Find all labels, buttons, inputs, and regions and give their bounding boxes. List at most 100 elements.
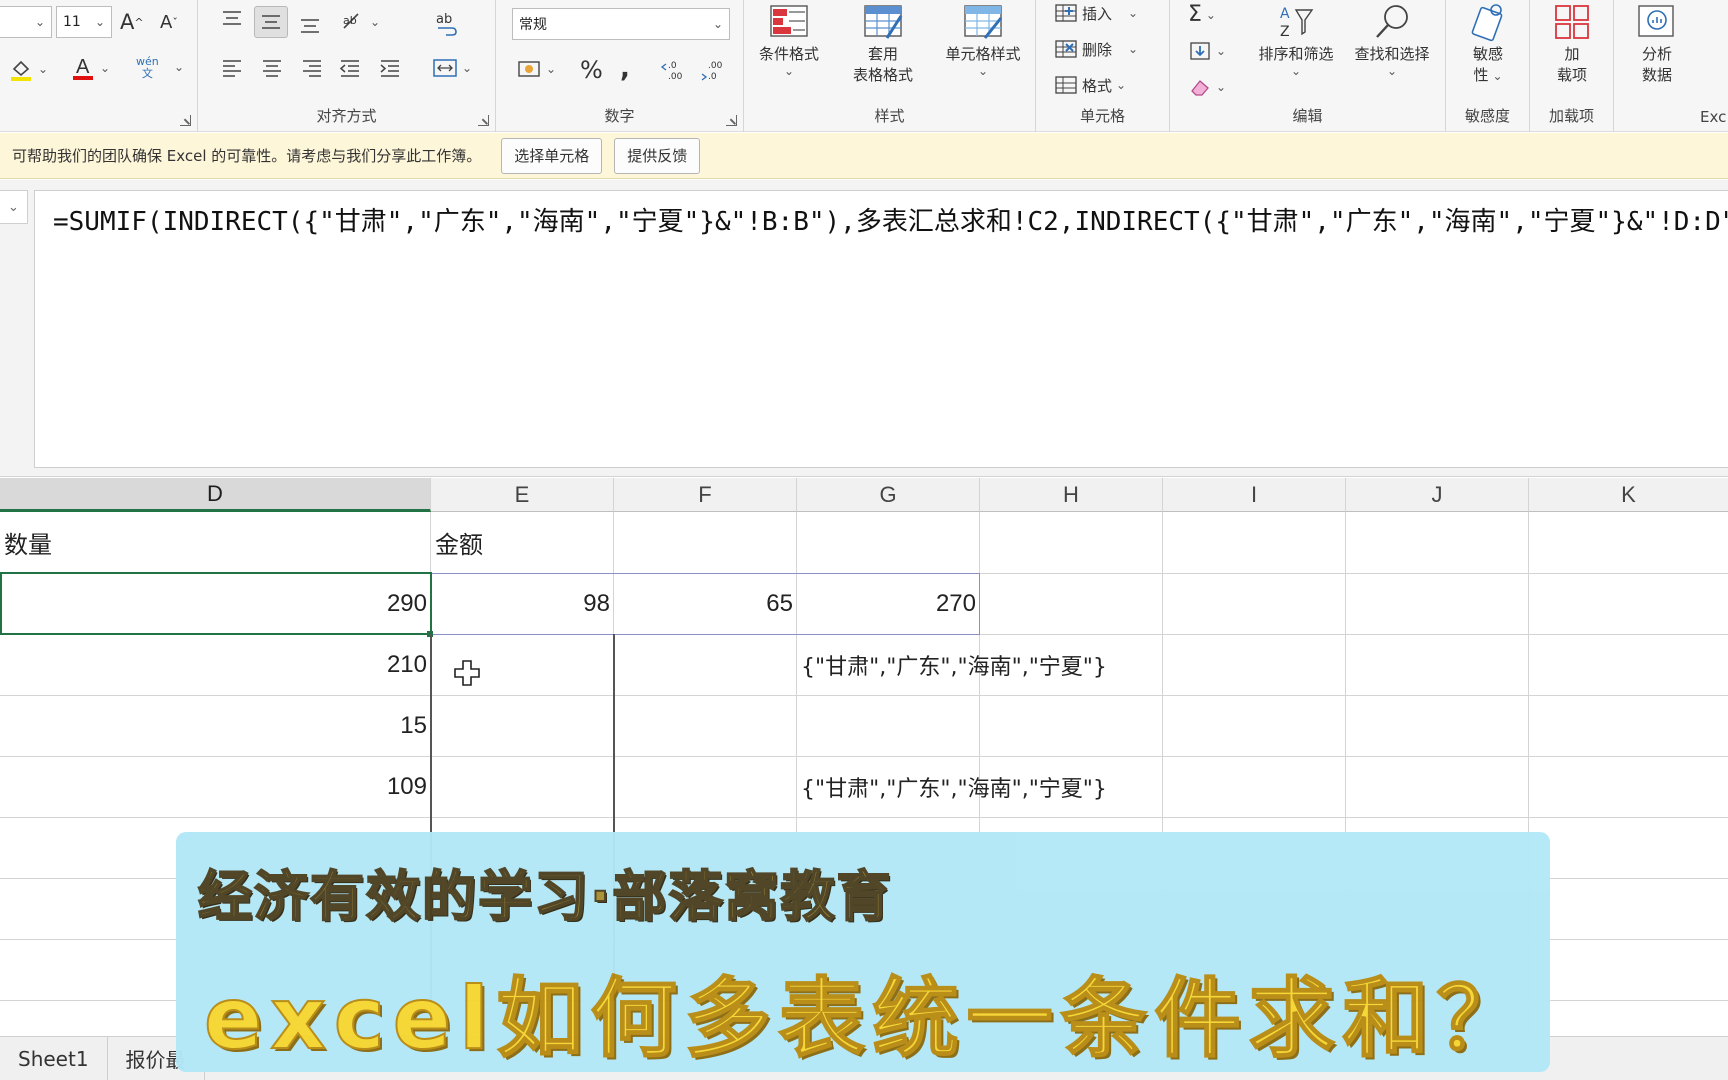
chevron-down-icon: ⌄ xyxy=(370,15,381,29)
column-header-i[interactable]: I xyxy=(1163,478,1346,512)
sum-icon: Σ xyxy=(1188,2,1202,27)
align-top-button[interactable] xyxy=(220,8,244,32)
fill-color-button[interactable]: ⌄ xyxy=(8,56,48,82)
number-format-value: 常规 xyxy=(519,17,547,33)
align-center-icon xyxy=(263,60,281,77)
cell-d5[interactable]: 109 xyxy=(0,756,431,817)
column-header-j[interactable]: J xyxy=(1346,478,1529,512)
sensitivity-group-label: 敏感度 xyxy=(1464,107,1510,125)
align-bottom-button[interactable] xyxy=(298,12,322,36)
decrease-indent-button[interactable] xyxy=(338,56,362,80)
column-header-h[interactable]: H xyxy=(980,478,1163,512)
cell-d4[interactable]: 15 xyxy=(0,695,431,756)
svg-text:.0: .0 xyxy=(708,72,717,82)
sensitivity-button[interactable]: 敏感 性 ⌄ xyxy=(1447,2,1529,87)
formula-bar: ⌄ =SUMIF(INDIRECT({"甘肃","广东","海南","宁夏"}&… xyxy=(0,180,1728,477)
cell-styles-label: 单元格样式 xyxy=(945,45,1021,63)
chevron-down-icon: ⌄ xyxy=(174,60,185,74)
font-color-button[interactable]: A ⌄ xyxy=(70,54,110,82)
cell-d1[interactable]: 数量 xyxy=(0,512,431,573)
addins-button[interactable]: 加 载项 xyxy=(1531,2,1613,86)
increase-font-button[interactable]: A ^ xyxy=(120,10,144,34)
alignment-dialog-launcher-icon[interactable] xyxy=(478,115,489,126)
cell-g5[interactable]: {"甘肃","广东","海南","宁夏"} xyxy=(797,756,1137,817)
formula-input[interactable]: =SUMIF(INDIRECT({"甘肃","广东","海南","宁夏"}&"!… xyxy=(34,190,1728,468)
font-name-combo[interactable]: ⌄ xyxy=(0,6,52,38)
ribbon: ⌄ 11 ⌄ A ^ Aˇ ⌄ A ⌄ wén 文 ⌄ ab ⌄ ab ⌄ 对齐… xyxy=(0,0,1728,132)
merge-center-button[interactable]: ⌄ xyxy=(432,56,472,80)
column-header-k[interactable]: K xyxy=(1529,478,1728,512)
chevron-down-icon: ⌄ xyxy=(1128,42,1139,56)
analyze-data-icon xyxy=(1638,5,1674,37)
format-table-label-line1: 套用 xyxy=(867,45,898,63)
sheet-tab-sheet1[interactable]: Sheet1 xyxy=(0,1036,108,1080)
autosum-button[interactable]: Σ ⌄ xyxy=(1188,2,1216,27)
wrap-text-icon: ab xyxy=(436,12,457,36)
feedback-button[interactable]: 提供反馈 xyxy=(614,137,701,174)
accounting-format-icon xyxy=(518,61,540,77)
chevron-down-icon: ⌄ xyxy=(1216,80,1227,94)
merge-cells-icon xyxy=(433,59,457,77)
column-header-f[interactable]: F xyxy=(614,478,797,512)
phonetic-dropdown[interactable]: ⌄ xyxy=(170,60,184,74)
fill-button[interactable]: ⌄ xyxy=(1188,40,1226,62)
delete-label: 删除 xyxy=(1082,40,1113,59)
chevron-down-icon: ⌄ xyxy=(1290,64,1302,78)
font-size-combo[interactable]: 11 ⌄ xyxy=(56,6,112,38)
number-group: 常规 ⌄ ⌄ % , .0.00 .00.0 数字 xyxy=(496,0,744,132)
phonetic-label-glyph: 文 xyxy=(141,67,153,80)
sort-filter-button[interactable]: AZ 排序和筛选 ⌄ xyxy=(1248,2,1344,77)
notification-bar: 可帮助我们的团队确保 Excel 的可靠性。请考虑与我们分享此工作簿。 选择单元… xyxy=(0,133,1728,179)
font-dialog-launcher-icon[interactable] xyxy=(180,115,191,126)
column-header-e[interactable]: E xyxy=(431,478,614,512)
banner-slogan: 经济有效的学习·部落窝教育 xyxy=(197,864,893,929)
phonetic-button[interactable]: wén 文 xyxy=(136,56,159,80)
column-header-g[interactable]: G xyxy=(797,478,980,512)
styles-group-label: 样式 xyxy=(874,107,905,125)
find-select-button[interactable]: 查找和选择 ⌄ xyxy=(1344,2,1440,77)
cell-g3[interactable]: {"甘肃","广东","海南","宁夏"} xyxy=(797,634,1137,695)
wrap-text-button[interactable]: ab xyxy=(434,10,460,38)
conditional-format-button[interactable]: 条件格式 ⌄ xyxy=(748,2,830,77)
editing-group: Σ ⌄ ⌄ ⌄ AZ 排序和筛选 ⌄ 查找和选择 ⌄ 编辑 xyxy=(1170,0,1446,132)
percent-button[interactable]: % xyxy=(580,56,603,84)
sensitivity-label-line2-text: 性 xyxy=(1473,66,1489,84)
align-middle-button[interactable] xyxy=(254,6,288,38)
decrease-decimal-button[interactable]: .00.0 xyxy=(700,58,726,82)
cell-e1[interactable]: 金额 xyxy=(431,512,614,573)
decrease-indent-icon xyxy=(339,60,359,77)
align-left-button[interactable] xyxy=(220,56,244,80)
clear-button[interactable]: ⌄ xyxy=(1188,76,1226,98)
analyze-group: 分析 数据 Exc xyxy=(1614,0,1728,132)
name-box-dropdown[interactable]: ⌄ xyxy=(0,190,28,224)
sensitivity-label-line1: 敏感 xyxy=(1472,45,1503,63)
delete-cells-icon xyxy=(1055,40,1077,58)
chevron-down-icon: ⌄ xyxy=(1492,69,1503,83)
comma-style-button[interactable]: , xyxy=(620,54,630,84)
increase-indent-button[interactable] xyxy=(378,56,402,80)
format-button[interactable]: 格式 ⌄ xyxy=(1054,74,1126,96)
analyze-data-button[interactable]: 分析 数据 xyxy=(1616,2,1698,86)
chevron-down-icon: ⌄ xyxy=(1205,7,1216,22)
align-right-button[interactable] xyxy=(300,56,324,80)
svg-text:.00: .00 xyxy=(668,72,683,82)
fill-color-icon xyxy=(11,60,31,81)
delete-button[interactable]: 删除 ⌄ xyxy=(1054,38,1138,60)
insert-button[interactable]: 插入 ⌄ xyxy=(1054,2,1138,24)
accounting-format-button[interactable]: ⌄ xyxy=(516,56,556,82)
chevron-down-icon: ⌄ xyxy=(546,62,557,76)
select-cells-button[interactable]: 选择单元格 xyxy=(501,137,603,174)
addins-label-line2: 载项 xyxy=(1556,66,1587,84)
align-middle-icon xyxy=(262,15,280,29)
decrease-font-button[interactable]: Aˇ xyxy=(160,12,178,33)
increase-decimal-button[interactable]: .0.00 xyxy=(660,58,686,82)
cell-d3[interactable]: 210 xyxy=(0,634,431,695)
cell-styles-button[interactable]: 单元格样式 ⌄ xyxy=(934,2,1032,77)
number-dialog-launcher-icon[interactable] xyxy=(726,115,737,126)
number-format-combo[interactable]: 常规 ⌄ xyxy=(512,8,730,40)
format-as-table-button[interactable]: 套用 表格格式 xyxy=(842,2,924,86)
align-center-button[interactable] xyxy=(260,56,284,80)
alignment-group-label: 对齐方式 xyxy=(316,107,377,125)
orientation-button[interactable]: ab ⌄ xyxy=(340,10,380,34)
column-header-d[interactable]: D xyxy=(0,478,431,512)
